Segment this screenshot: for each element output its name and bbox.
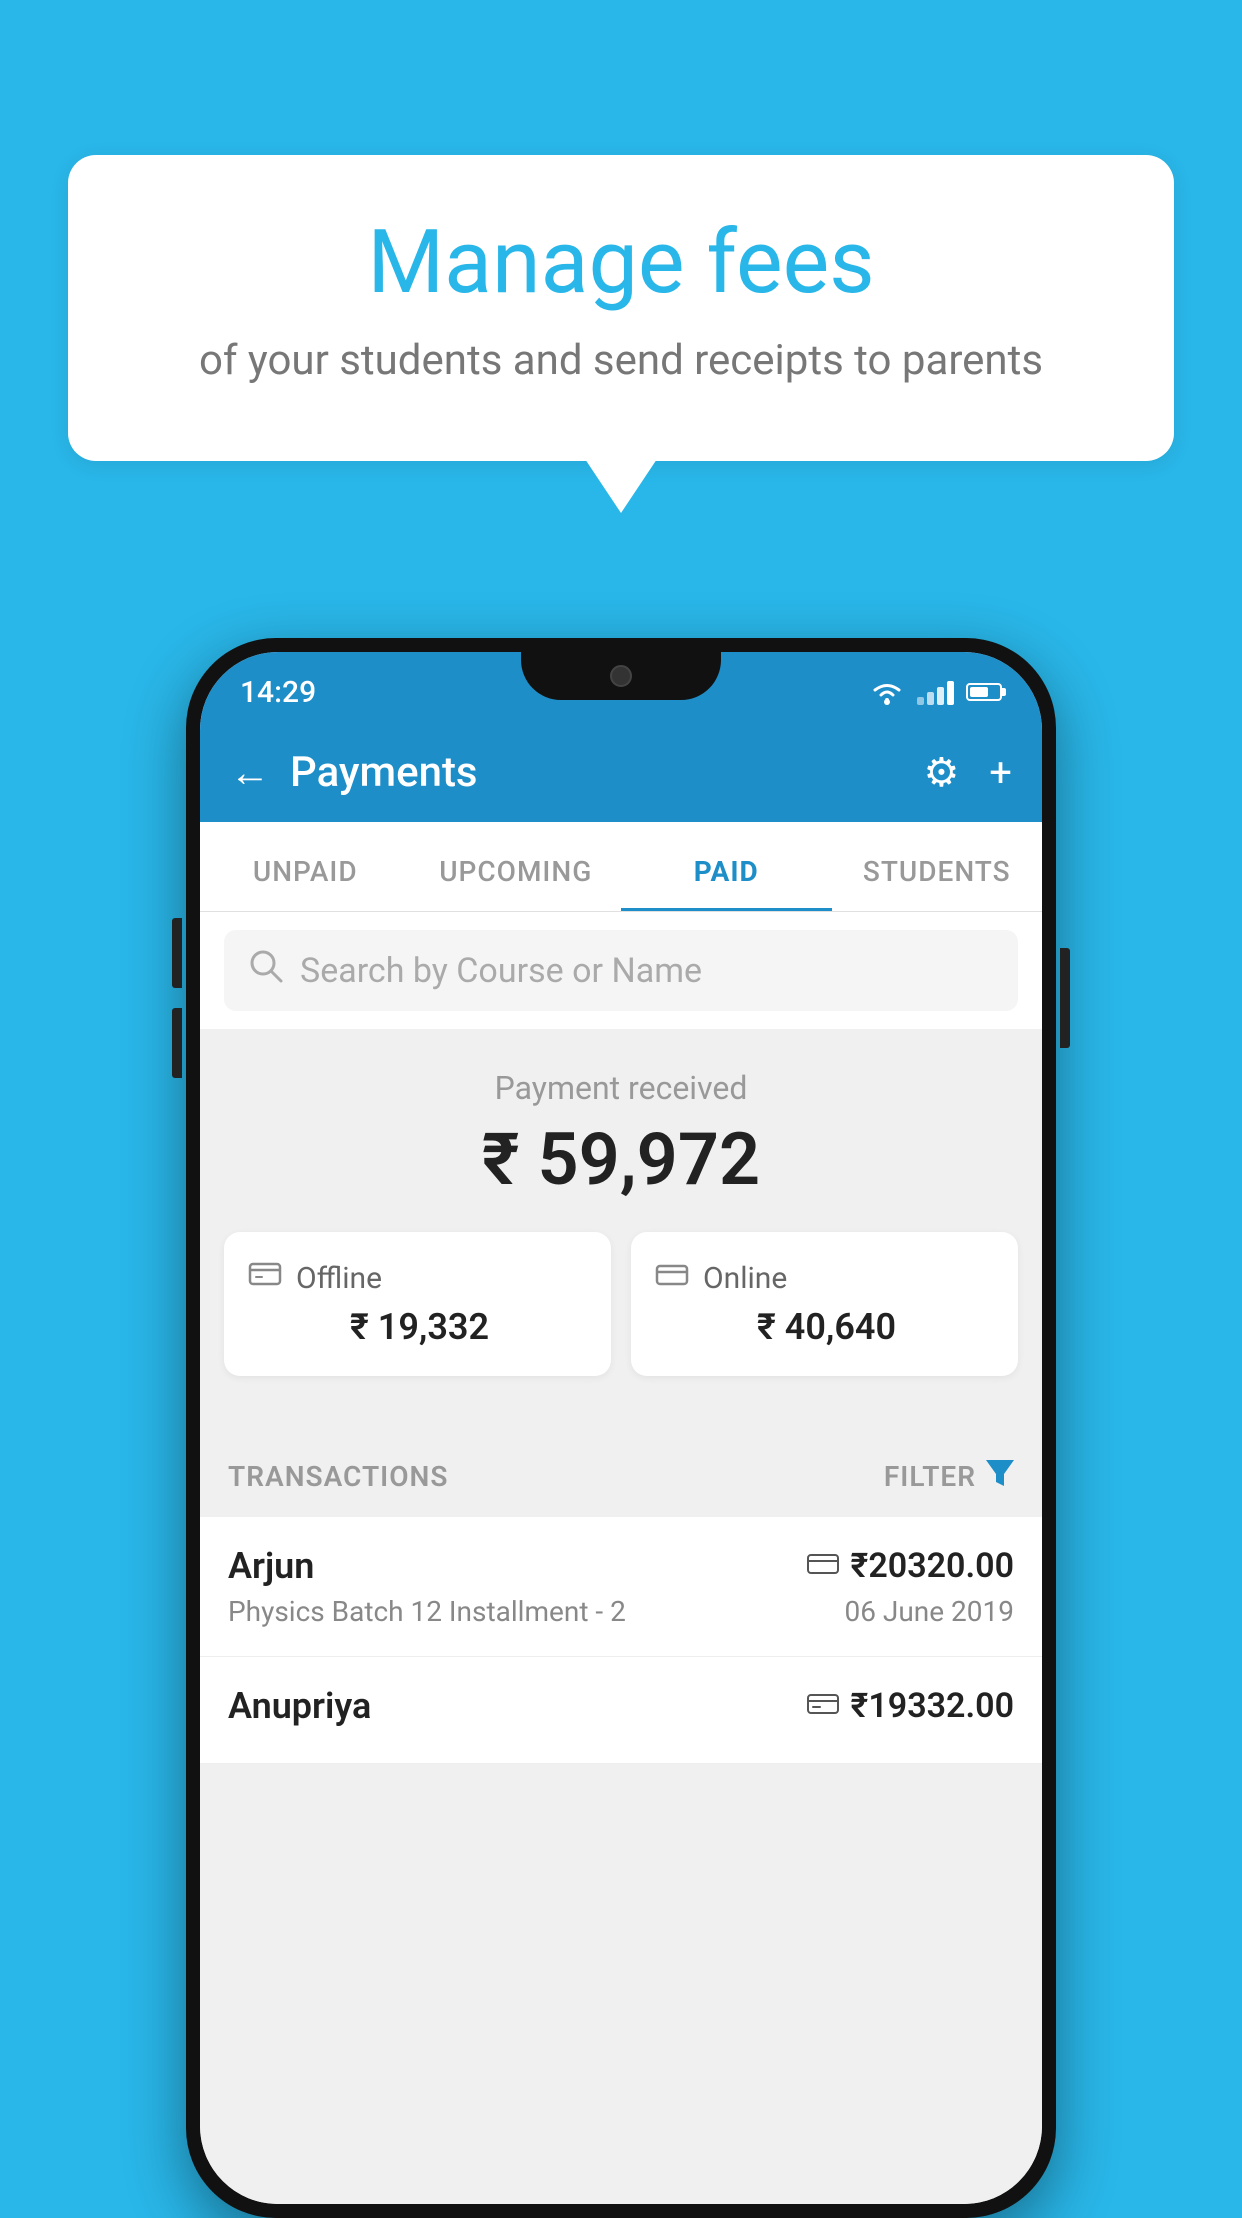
transaction-course: Physics Batch 12 Installment - 2 <box>228 1595 626 1628</box>
volume-up-button[interactable] <box>172 918 182 988</box>
transaction-row-top: Anupriya ₹19332.00 <box>228 1685 1014 1727</box>
transaction-offline-icon <box>807 1690 839 1723</box>
app-bar-icons: ⚙ + <box>923 749 1012 796</box>
search-input[interactable]: Search by Course or Name <box>300 951 702 991</box>
payment-cards: Offline ₹ 19,332 <box>200 1232 1042 1406</box>
app-bar: ← Payments ⚙ + <box>200 722 1042 822</box>
speech-bubble: Manage fees of your students and send re… <box>68 155 1174 461</box>
transaction-date: 06 June 2019 <box>844 1595 1014 1628</box>
status-icons <box>869 678 1002 706</box>
status-time: 14:29 <box>240 675 316 710</box>
phone-notch <box>521 652 721 700</box>
volume-down-button[interactable] <box>172 1008 182 1078</box>
tabs-bar: UNPAID UPCOMING PAID STUDENTS <box>200 822 1042 912</box>
transaction-item[interactable]: Arjun ₹20320.00 Physics Batch 12 Install… <box>200 1517 1042 1657</box>
offline-amount: ₹ 19,332 <box>248 1306 587 1348</box>
wifi-icon <box>869 678 905 706</box>
payment-total-amount: ₹ 59,972 <box>200 1117 1042 1202</box>
transaction-name: Arjun <box>228 1545 314 1587</box>
battery-icon <box>966 683 1002 701</box>
transaction-name: Anupriya <box>228 1685 371 1727</box>
filter-container[interactable]: FILTER <box>884 1460 1014 1493</box>
speech-bubble-container: Manage fees of your students and send re… <box>68 155 1174 461</box>
online-card-header: Online <box>655 1260 994 1296</box>
bubble-subtitle: of your students and send receipts to pa… <box>148 332 1094 391</box>
phone-frame: 14:29 <box>186 638 1056 2218</box>
back-button[interactable]: ← <box>230 749 270 796</box>
online-label: Online <box>703 1261 787 1296</box>
bubble-title: Manage fees <box>148 215 1094 312</box>
tab-unpaid[interactable]: UNPAID <box>200 855 411 911</box>
transaction-type-icon <box>807 1550 839 1583</box>
search-icon <box>248 948 284 993</box>
transaction-amount-container: ₹20320.00 <box>807 1546 1014 1586</box>
offline-label: Offline <box>296 1261 382 1296</box>
transaction-item[interactable]: Anupriya ₹19332.00 <box>200 1657 1042 1764</box>
search-container: Search by Course or Name <box>200 912 1042 1029</box>
settings-button[interactable]: ⚙ <box>923 749 959 796</box>
transaction-row-bottom: Physics Batch 12 Installment - 2 06 June… <box>228 1595 1014 1628</box>
transaction-amount: ₹19332.00 <box>851 1686 1014 1726</box>
transactions-label: TRANSACTIONS <box>228 1460 448 1493</box>
phone-screen: 14:29 <box>200 652 1042 2204</box>
payment-received-label: Payment received <box>200 1069 1042 1107</box>
main-content: Search by Course or Name Payment receive… <box>200 912 1042 2204</box>
transaction-row-top: Arjun ₹20320.00 <box>228 1545 1014 1587</box>
payment-summary: Payment received ₹ 59,972 <box>200 1029 1042 1436</box>
offline-payment-card: Offline ₹ 19,332 <box>224 1232 611 1376</box>
transaction-amount-container: ₹19332.00 <box>807 1686 1014 1726</box>
offline-card-header: Offline <box>248 1260 587 1296</box>
signal-icon <box>917 679 954 705</box>
app-title: Payments <box>290 748 923 797</box>
online-amount: ₹ 40,640 <box>655 1306 994 1348</box>
camera-notch <box>610 665 632 687</box>
filter-label: FILTER <box>884 1460 976 1493</box>
offline-icon <box>248 1260 282 1296</box>
transactions-header: TRANSACTIONS FILTER <box>200 1436 1042 1517</box>
filter-icon <box>986 1460 1014 1493</box>
tab-upcoming[interactable]: UPCOMING <box>411 855 622 911</box>
power-button[interactable] <box>1060 948 1070 1048</box>
tab-students[interactable]: STUDENTS <box>832 855 1043 911</box>
online-icon <box>655 1260 689 1296</box>
transaction-amount: ₹20320.00 <box>851 1546 1014 1586</box>
tab-paid[interactable]: PAID <box>621 855 832 911</box>
search-box[interactable]: Search by Course or Name <box>224 930 1018 1011</box>
online-payment-card: Online ₹ 40,640 <box>631 1232 1018 1376</box>
add-button[interactable]: + <box>989 749 1012 796</box>
